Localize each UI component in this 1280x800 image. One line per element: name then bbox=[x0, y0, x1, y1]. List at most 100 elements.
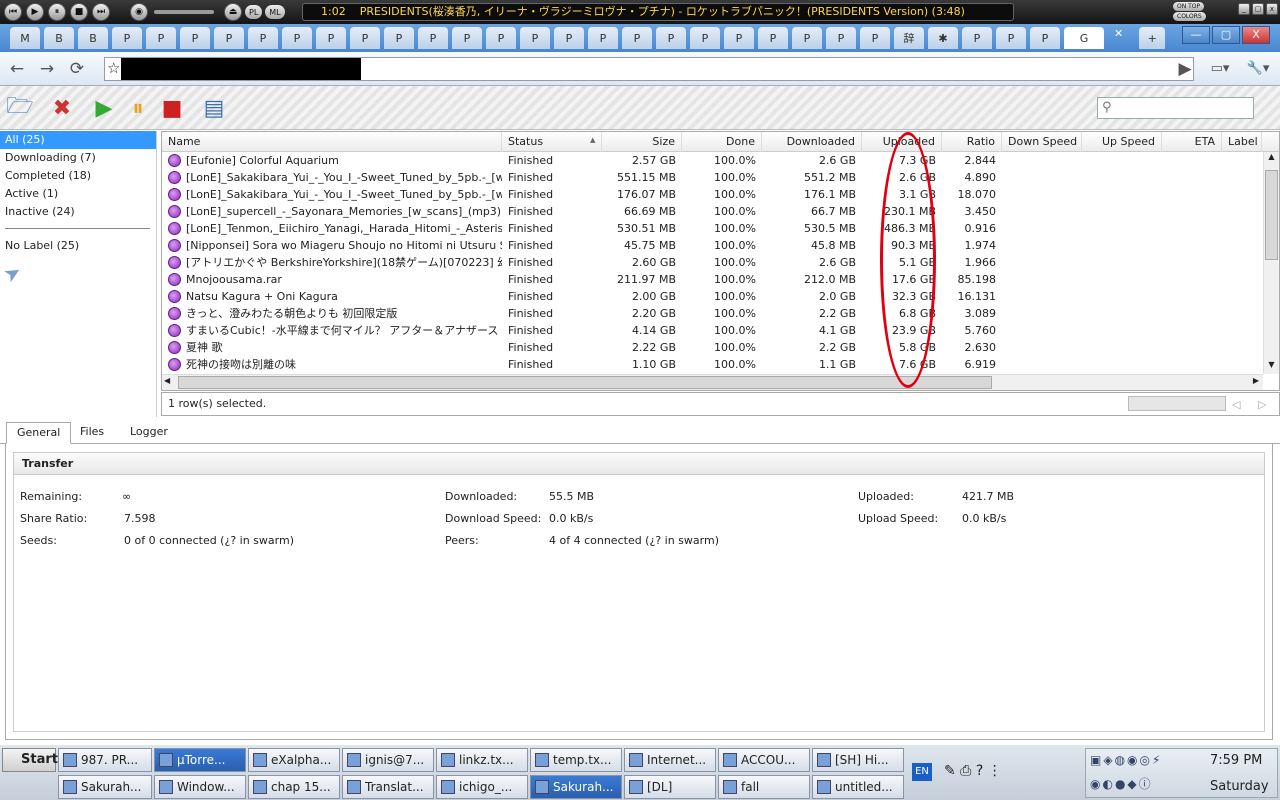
start-torrent-icon[interactable]: ▶ bbox=[90, 94, 118, 122]
taskbar-button[interactable]: chap 15... bbox=[248, 775, 340, 799]
go-button[interactable]: ▶ bbox=[1172, 56, 1198, 82]
browser-tab[interactable]: P bbox=[214, 27, 244, 49]
browser-tab[interactable]: P bbox=[690, 27, 720, 49]
sidebar-item[interactable]: Downloading (7) bbox=[0, 149, 156, 167]
on-top-button[interactable]: ON TOP bbox=[1173, 2, 1205, 11]
table-row[interactable]: [LonE]_Sakakibara_Yui_-_You_I_-Sweet_Tun… bbox=[162, 169, 1262, 186]
browser-tab[interactable]: M bbox=[10, 27, 40, 49]
table-row[interactable]: Natsu Kagura + Oni Kagura Finished 2.00 GB… bbox=[162, 288, 1262, 305]
pause-torrent-icon[interactable]: ⏸ bbox=[124, 94, 152, 122]
taskbar-button[interactable]: untitled... bbox=[812, 775, 904, 799]
scroll-left-icon[interactable]: ◀ bbox=[164, 376, 170, 385]
column-header[interactable]: Done bbox=[682, 132, 762, 152]
sidebar-item[interactable]: Active (1) bbox=[0, 185, 156, 203]
browser-tab[interactable]: P bbox=[1030, 27, 1060, 49]
taskbar-button[interactable]: temp.tx... bbox=[530, 748, 622, 772]
next-page-icon[interactable]: ▷ bbox=[1258, 394, 1266, 416]
horizontal-scroll-thumb[interactable] bbox=[178, 376, 992, 389]
browser-tab[interactable]: P bbox=[418, 27, 448, 49]
taskbar-button[interactable]: Sakurah... bbox=[58, 775, 152, 799]
browser-tab[interactable]: P bbox=[486, 27, 516, 49]
browser-tab[interactable]: P bbox=[180, 27, 210, 49]
scroll-up-icon[interactable]: ▲ bbox=[1264, 152, 1279, 166]
window-close-button[interactable]: X bbox=[1242, 26, 1270, 44]
quicklaunch-icons[interactable]: ✎ ⎙ ? ⋮ bbox=[944, 763, 1002, 779]
remove-torrent-icon[interactable]: ✖ bbox=[48, 94, 76, 122]
table-row[interactable]: きっと、澄みわたる朝色よりも 初回限定版 Finished 2.20 GB 100.0… bbox=[162, 305, 1262, 322]
forward-button[interactable]: → bbox=[34, 56, 60, 82]
tab-files[interactable]: Files bbox=[70, 422, 114, 444]
vertical-scrollbar[interactable]: ▲ ▼ bbox=[1263, 152, 1279, 374]
stop-button[interactable]: ■ bbox=[70, 3, 88, 21]
browser-tab[interactable]: P bbox=[554, 27, 584, 49]
scroll-down-icon[interactable]: ▼ bbox=[1264, 360, 1279, 374]
browser-tab[interactable]: P bbox=[452, 27, 482, 49]
taskbar-button[interactable]: fall bbox=[718, 775, 810, 799]
browser-tab[interactable]: P bbox=[826, 27, 856, 49]
browser-tab[interactable]: P bbox=[588, 27, 618, 49]
add-torrent-icon[interactable]: 🗁 bbox=[6, 94, 34, 122]
table-row[interactable]: Mnojoousama.rar Finished 211.97 MB 100.0% 21… bbox=[162, 271, 1262, 288]
column-header[interactable]: Down Speed bbox=[1002, 132, 1082, 152]
browser-tab[interactable]: P bbox=[962, 27, 992, 49]
table-row[interactable]: 死神の接吻は別離の味 Finished 1.10 GB 100.0% 1.1 GB 7.6… bbox=[162, 356, 1262, 373]
volume-icon[interactable]: ◉ bbox=[130, 3, 148, 21]
player-close-button[interactable]: x bbox=[1266, 3, 1278, 15]
taskbar-button[interactable]: 987. PR... bbox=[58, 748, 152, 772]
tab-logger[interactable]: Logger bbox=[120, 422, 178, 444]
window-minimize-button[interactable]: — bbox=[1182, 26, 1210, 44]
browser-tab[interactable]: P bbox=[282, 27, 312, 49]
sidebar-item-no-label[interactable]: No Label (25) bbox=[0, 237, 156, 255]
taskbar-button[interactable]: ichigo_... bbox=[436, 775, 528, 799]
language-indicator[interactable]: EN bbox=[912, 763, 932, 781]
close-tab-icon[interactable]: ✕ bbox=[1114, 27, 1123, 49]
taskbar-button[interactable]: Window... bbox=[154, 775, 246, 799]
sidebar-item[interactable]: Inactive (24) bbox=[0, 203, 156, 221]
taskbar-button[interactable]: ignis@7... bbox=[342, 748, 434, 772]
browser-tab[interactable]: P bbox=[622, 27, 652, 49]
column-header[interactable]: Up Speed bbox=[1082, 132, 1162, 152]
taskbar-button[interactable]: linkz.tx... bbox=[436, 748, 528, 772]
taskbar-button[interactable]: µTorre... bbox=[154, 748, 246, 772]
play-button[interactable]: ▶ bbox=[26, 3, 44, 21]
browser-tab[interactable]: ✱ bbox=[928, 27, 958, 49]
taskbar-button[interactable]: ACCOU... bbox=[718, 748, 810, 772]
new-tab-button[interactable]: + bbox=[1139, 27, 1166, 49]
column-header[interactable]: Name bbox=[162, 132, 502, 152]
sidebar-item[interactable]: All (25) bbox=[0, 131, 156, 149]
star-icon[interactable]: ☆ bbox=[107, 59, 120, 77]
table-row[interactable]: [LonE]_Sakakibara_Yui_-_You_I_-Sweet_Tun… bbox=[162, 186, 1262, 203]
colors-button[interactable]: COLORS bbox=[1173, 12, 1206, 21]
horizontal-scrollbar[interactable]: ◀ ▶ bbox=[162, 374, 1263, 390]
taskbar-button[interactable]: [SH] Hi... bbox=[812, 748, 904, 772]
scroll-right-icon[interactable]: ▶ bbox=[1253, 376, 1259, 385]
browser-tab[interactable]: P bbox=[384, 27, 414, 49]
browser-tab[interactable]: P bbox=[248, 27, 278, 49]
browser-tab[interactable]: P bbox=[792, 27, 822, 49]
column-header[interactable]: Status bbox=[502, 132, 602, 152]
browser-tab[interactable]: B bbox=[78, 27, 108, 49]
taskbar-button[interactable]: [DL] bbox=[624, 775, 716, 799]
pause-button[interactable]: ⏸ bbox=[48, 3, 66, 21]
column-header[interactable]: Label bbox=[1222, 132, 1262, 152]
table-row[interactable]: [Eufonie] Colorful Aquarium Finished 2.57 … bbox=[162, 152, 1262, 169]
browser-tab[interactable]: P bbox=[350, 27, 380, 49]
browser-tab[interactable]: P bbox=[112, 27, 142, 49]
browser-tab[interactable]: P bbox=[656, 27, 686, 49]
status-dropdown[interactable] bbox=[1128, 396, 1226, 411]
table-row[interactable]: [Nipponsei] Sora wo Miageru Shoujo no Hi… bbox=[162, 237, 1262, 254]
table-row[interactable]: すまいるCubic！-水平線まで何マイル？ アフター＆アナザーストーリ Finis… bbox=[162, 322, 1262, 339]
taskbar-button[interactable]: Internet... bbox=[624, 748, 716, 772]
tray-icons[interactable]: ▣◈◍◉◎⚡ bbox=[1090, 753, 1162, 767]
playlist-button[interactable]: PL bbox=[245, 5, 263, 19]
column-header[interactable]: Size bbox=[602, 132, 682, 152]
window-maximize-button[interactable]: ▢ bbox=[1212, 26, 1240, 44]
browser-tab[interactable]: P bbox=[860, 27, 890, 49]
browser-tab[interactable]: B bbox=[44, 27, 74, 49]
start-button[interactable]: Start bbox=[2, 748, 58, 772]
browser-tab[interactable]: G bbox=[1064, 27, 1104, 49]
search-input[interactable]: ⚲ bbox=[1097, 97, 1254, 119]
browser-tab[interactable]: P bbox=[520, 27, 550, 49]
page-menu-icon[interactable]: ▭▾ bbox=[1204, 56, 1236, 82]
taskbar-button[interactable]: eXalpha... bbox=[248, 748, 340, 772]
